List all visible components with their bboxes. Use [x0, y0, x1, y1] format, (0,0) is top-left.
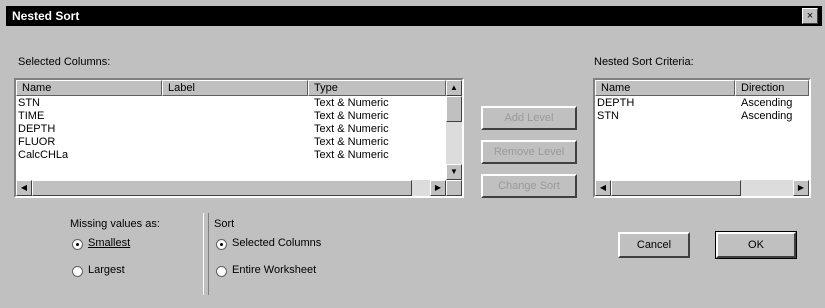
selected-columns-list[interactable]: Name Label Type STN Text & Numeric TIME …	[14, 78, 464, 198]
row-name[interactable]: TIME	[18, 110, 44, 123]
nested-sort-criteria-list[interactable]: Name Direction DEPTH Ascending STN Ascen…	[593, 78, 811, 198]
scroll-corner	[446, 180, 462, 196]
window-title: Nested Sort	[12, 9, 80, 23]
radio-selected-columns[interactable]	[216, 239, 227, 250]
radio-smallest[interactable]	[72, 239, 83, 250]
horizontal-scroll-thumb[interactable]	[32, 180, 412, 196]
ok-button[interactable]: OK	[715, 231, 797, 259]
row-name[interactable]: CalcCHLa	[18, 149, 68, 162]
selected-columns-option-label[interactable]: Selected Columns	[232, 237, 321, 249]
row-type: Text & Numeric	[314, 97, 389, 109]
column-header-direction[interactable]: Direction	[735, 80, 809, 96]
scroll-left-icon[interactable]: ◀	[16, 180, 32, 196]
close-icon[interactable]: ×	[802, 8, 818, 24]
title-bar: Nested Sort ×	[6, 6, 822, 26]
horizontal-scroll-thumb[interactable]	[611, 180, 741, 196]
radio-largest[interactable]	[72, 266, 83, 277]
row-type: Text & Numeric	[314, 123, 389, 135]
scroll-down-icon[interactable]: ▼	[446, 164, 462, 180]
nested-sort-criteria-label: Nested Sort Criteria:	[594, 56, 694, 68]
selected-columns-label: Selected Columns:	[18, 56, 111, 68]
scroll-left-icon[interactable]: ◀	[595, 180, 611, 196]
nested-sort-dialog: Nested Sort × Selected Columns: Name Lab…	[0, 0, 825, 308]
row-type: Text & Numeric	[314, 149, 389, 161]
entire-worksheet-option-label[interactable]: Entire Worksheet	[232, 264, 316, 276]
row-type: Text & Numeric	[314, 136, 389, 148]
column-header-name[interactable]: Name	[595, 80, 735, 96]
scroll-right-icon[interactable]: ▶	[793, 180, 809, 196]
change-sort-button[interactable]: Change Sort	[481, 174, 577, 198]
criteria-name[interactable]: DEPTH	[597, 97, 634, 110]
remove-level-button[interactable]: Remove Level	[481, 140, 577, 164]
row-name[interactable]: STN	[18, 97, 40, 110]
cancel-button[interactable]: Cancel	[618, 232, 690, 258]
column-header-type[interactable]: Type	[308, 80, 446, 96]
scroll-up-icon[interactable]: ▲	[446, 80, 462, 96]
missing-values-label: Missing values as:	[70, 218, 160, 230]
smallest-option-label[interactable]: Smallest	[88, 237, 130, 249]
largest-option-label[interactable]: Largest	[88, 264, 125, 276]
scroll-right-icon[interactable]: ▶	[430, 180, 446, 196]
column-header-label[interactable]: Label	[162, 80, 308, 96]
row-name[interactable]: FLUOR	[18, 136, 55, 149]
add-level-button[interactable]: Add Level	[481, 106, 577, 130]
vertical-scroll-thumb[interactable]	[446, 96, 462, 122]
column-header-name[interactable]: Name	[16, 80, 162, 96]
row-type: Text & Numeric	[314, 110, 389, 122]
radio-entire-worksheet[interactable]	[216, 266, 227, 277]
criteria-name[interactable]: STN	[597, 110, 619, 123]
criteria-direction: Ascending	[741, 110, 793, 122]
row-name[interactable]: DEPTH	[18, 123, 55, 136]
sort-label: Sort	[214, 218, 235, 230]
group-divider	[208, 213, 209, 295]
criteria-direction: Ascending	[741, 97, 793, 109]
